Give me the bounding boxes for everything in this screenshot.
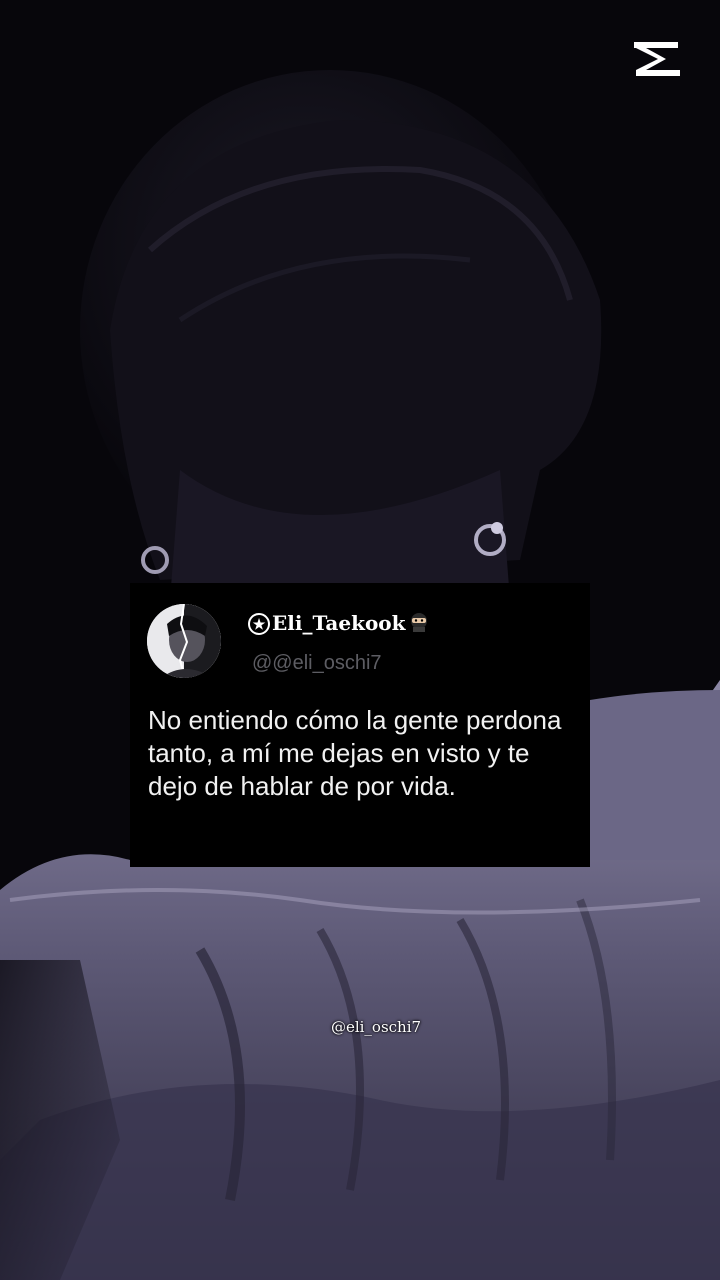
user-handle[interactable]: @@eli_oschi7 — [252, 652, 382, 675]
display-name-text: Eli_Taekook — [272, 611, 406, 635]
ninja-emoji-icon — [409, 612, 429, 632]
star-circle-icon: ★ — [248, 613, 270, 635]
watermark-handle: @eli_oschi7 — [330, 1018, 422, 1036]
profile-avatar[interactable] — [147, 604, 221, 678]
capcut-logo-icon — [632, 38, 682, 80]
tweet-text: No entiendo cómo la gente perdona tanto,… — [148, 705, 562, 801]
tweet-card: ★ Eli_Taekook @@eli_oschi7 No entiendo có… — [130, 583, 590, 867]
display-name[interactable]: ★ Eli_Taekook — [248, 611, 429, 635]
